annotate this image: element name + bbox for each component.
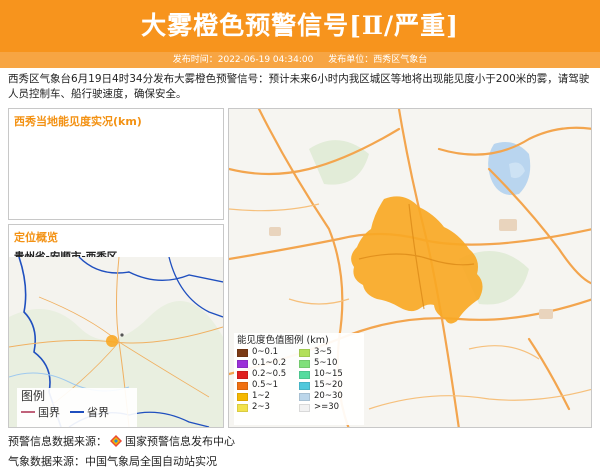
- nmc-logo-icon: [110, 435, 122, 447]
- vis-legend-label: 1~2: [252, 391, 270, 401]
- vis-legend-label: 0.1~0.2: [252, 358, 287, 368]
- legend-province-border-label: 省界: [87, 406, 109, 419]
- vis-legend-item: 15~20: [299, 380, 357, 391]
- vis-legend-item: 2~3: [237, 402, 295, 413]
- publish-info-bar: 发布时间：2022-06-19 04:34:00 发布单位：西秀区气象台: [0, 52, 600, 68]
- warning-map-panel[interactable]: 能见度色值图例 (km) 0~0.1 3~5 0.1~0.2 5~10 0.2~…: [228, 108, 592, 428]
- visibility-panel: 西秀当地能见度实况(km): [8, 108, 224, 220]
- color-swatch-icon: [237, 370, 248, 379]
- vis-legend-label: 0.2~0.5: [252, 369, 287, 379]
- warning-source: 预警信息数据来源： 国家预警信息发布中心: [8, 433, 235, 449]
- location-panel: 定位概览 贵州省-安顺市-西秀区 图例 国界 省界: [8, 224, 224, 428]
- color-swatch-icon: [237, 392, 248, 401]
- district-marker: [106, 335, 118, 347]
- color-swatch-icon: [299, 370, 310, 379]
- vis-legend-label: 10~15: [314, 369, 343, 379]
- vis-legend-item: 0~0.1: [237, 347, 295, 358]
- color-swatch-icon: [299, 359, 310, 368]
- visibility-legend-title: 能见度色值图例 (km): [237, 335, 329, 346]
- color-swatch-icon: [299, 392, 310, 401]
- vis-legend-item: 3~5: [299, 347, 357, 358]
- publish-time: 发布时间：2022-06-19 04:34:00: [172, 55, 314, 65]
- vis-legend-label: 3~5: [314, 347, 332, 357]
- vis-legend-label: 0~0.1: [252, 347, 279, 357]
- warning-description: 西秀区气象台6月19日4时34分发布大雾橙色预警信号：预计未来6小时内我区城区等…: [8, 73, 590, 100]
- warning-source-label: 预警信息数据来源：: [8, 435, 107, 448]
- legend-national-border: 国界: [21, 404, 60, 420]
- vis-legend-item: 0.5~1: [237, 380, 295, 391]
- publish-unit: 发布单位：西秀区气象台: [328, 55, 428, 65]
- vis-legend-item: 0.2~0.5: [237, 369, 295, 380]
- weather-data-source: 气象数据来源：中国气象局全国自动站实况: [8, 455, 217, 468]
- vis-legend-item: 20~30: [299, 391, 357, 402]
- map-legend-title: 图例: [21, 389, 46, 403]
- warning-source-value[interactable]: 国家预警信息发布中心: [125, 433, 235, 449]
- vis-legend-item: 5~10: [299, 358, 357, 369]
- color-swatch-icon: [237, 403, 248, 412]
- map-legend: 图例 国界 省界: [17, 388, 137, 427]
- color-swatch-icon: [299, 381, 310, 390]
- vis-legend-item: >=30: [299, 402, 357, 413]
- province-border-line-icon: [70, 411, 84, 413]
- visibility-panel-title: 西秀当地能见度实况(km): [14, 115, 142, 128]
- vis-legend-item: 1~2: [237, 391, 295, 402]
- visibility-legend: 能见度色值图例 (km) 0~0.1 3~5 0.1~0.2 5~10 0.2~…: [234, 333, 364, 425]
- vis-legend-item: 0.1~0.2: [237, 358, 295, 369]
- color-swatch-icon: [237, 348, 248, 357]
- color-swatch-icon: [299, 403, 310, 412]
- vis-legend-label: >=30: [314, 402, 340, 412]
- legend-national-border-label: 国界: [38, 406, 60, 419]
- color-swatch-icon: [299, 348, 310, 357]
- vis-legend-label: 20~30: [314, 391, 343, 401]
- national-border-line-icon: [21, 411, 35, 413]
- legend-province-border: 省界: [70, 404, 109, 420]
- vis-legend-item: 10~15: [299, 369, 357, 380]
- color-swatch-icon: [237, 381, 248, 390]
- color-swatch-icon: [237, 359, 248, 368]
- vis-legend-label: 2~3: [252, 402, 270, 412]
- vis-legend-label: 0.5~1: [252, 380, 279, 390]
- vis-legend-label: 5~10: [314, 358, 338, 368]
- location-panel-title: 定位概览: [14, 231, 58, 244]
- warning-title: 大雾橙色预警信号[Ⅱ/严重]: [0, 0, 600, 52]
- vis-legend-label: 15~20: [314, 380, 343, 390]
